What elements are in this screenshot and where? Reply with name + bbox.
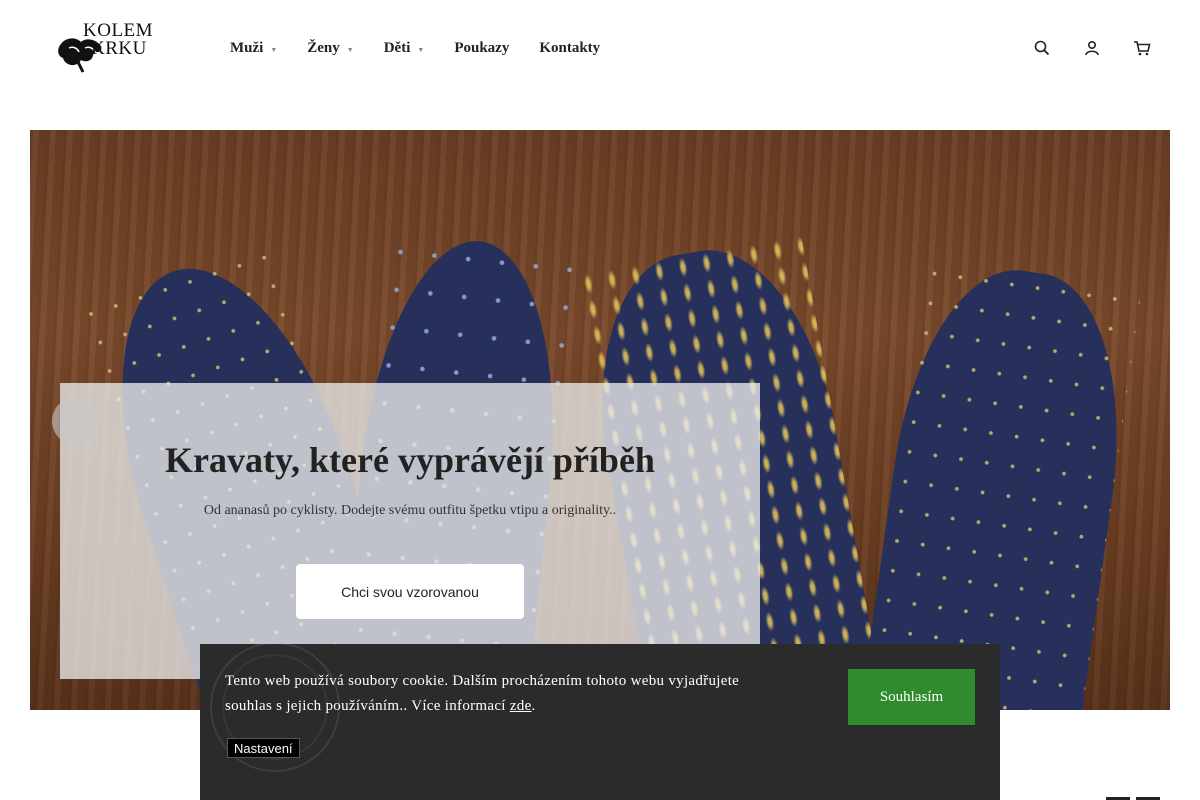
logo-line2: KRKU: [91, 38, 147, 59]
hero-cta-button[interactable]: Chci svou vzorovanou: [296, 564, 524, 619]
hero-subtitle: Od ananasů po cyklisty. Dodejte svému ou…: [203, 503, 617, 518]
nav-item-kontakty[interactable]: Kontakty: [539, 40, 600, 57]
cookie-text-end: .: [531, 698, 536, 714]
cookie-banner: Tento web používá soubory cookie. Dalším…: [200, 644, 1000, 800]
hero-image-tie: [858, 256, 1142, 710]
nav-item-label: Ženy: [307, 40, 340, 56]
search-icon[interactable]: [1032, 38, 1052, 58]
header-icons: [1002, 38, 1152, 58]
cookie-settings-button[interactable]: Nastavení: [227, 738, 300, 758]
nav-item-poukazy[interactable]: Poukazy: [454, 40, 509, 57]
cookie-text: Tento web používá soubory cookie. Dalším…: [225, 669, 785, 719]
cookie-more-link[interactable]: zde: [510, 698, 532, 714]
chevron-left-icon[interactable]: [52, 397, 100, 445]
logo[interactable]: KOLEM KRKU: [55, 20, 165, 76]
logo-text: KOLEM KRKU: [83, 21, 153, 59]
cart-icon[interactable]: [1132, 38, 1152, 58]
nav-item-zeny[interactable]: Ženy ▼: [307, 40, 353, 57]
main-nav: Muži ▼ Ženy ▼ Děti ▼ Poukazy Kontakty: [230, 40, 630, 57]
cookie-accept-button[interactable]: Souhlasím: [848, 669, 975, 725]
nav-item-muzi[interactable]: Muži ▼: [230, 40, 277, 57]
user-icon[interactable]: [1082, 38, 1102, 58]
hero-slider: Kravaty, které vyprávějí příběh Od anana…: [30, 130, 1170, 710]
chevron-down-icon: ▼: [270, 46, 278, 54]
hero-title: Kravaty, které vyprávějí příběh: [165, 440, 655, 480]
nav-item-label: Děti: [383, 40, 411, 56]
nav-item-label: Muži: [230, 40, 264, 56]
nav-item-label: Poukazy: [454, 40, 510, 56]
nav-item-label: Kontakty: [539, 40, 601, 56]
site-header: KOLEM KRKU Muži ▼ Ženy ▼ Děti ▼ Poukazy Kon…: [0, 0, 1200, 100]
chevron-down-icon: ▼: [417, 46, 425, 54]
cookie-message: Tento web používá soubory cookie. Dalším…: [225, 673, 740, 714]
chevron-down-icon: ▼: [346, 46, 354, 54]
nav-item-deti[interactable]: Děti ▼: [384, 40, 425, 57]
hero-caption-box: Kravaty, které vyprávějí příběh Od anana…: [52, 383, 760, 679]
